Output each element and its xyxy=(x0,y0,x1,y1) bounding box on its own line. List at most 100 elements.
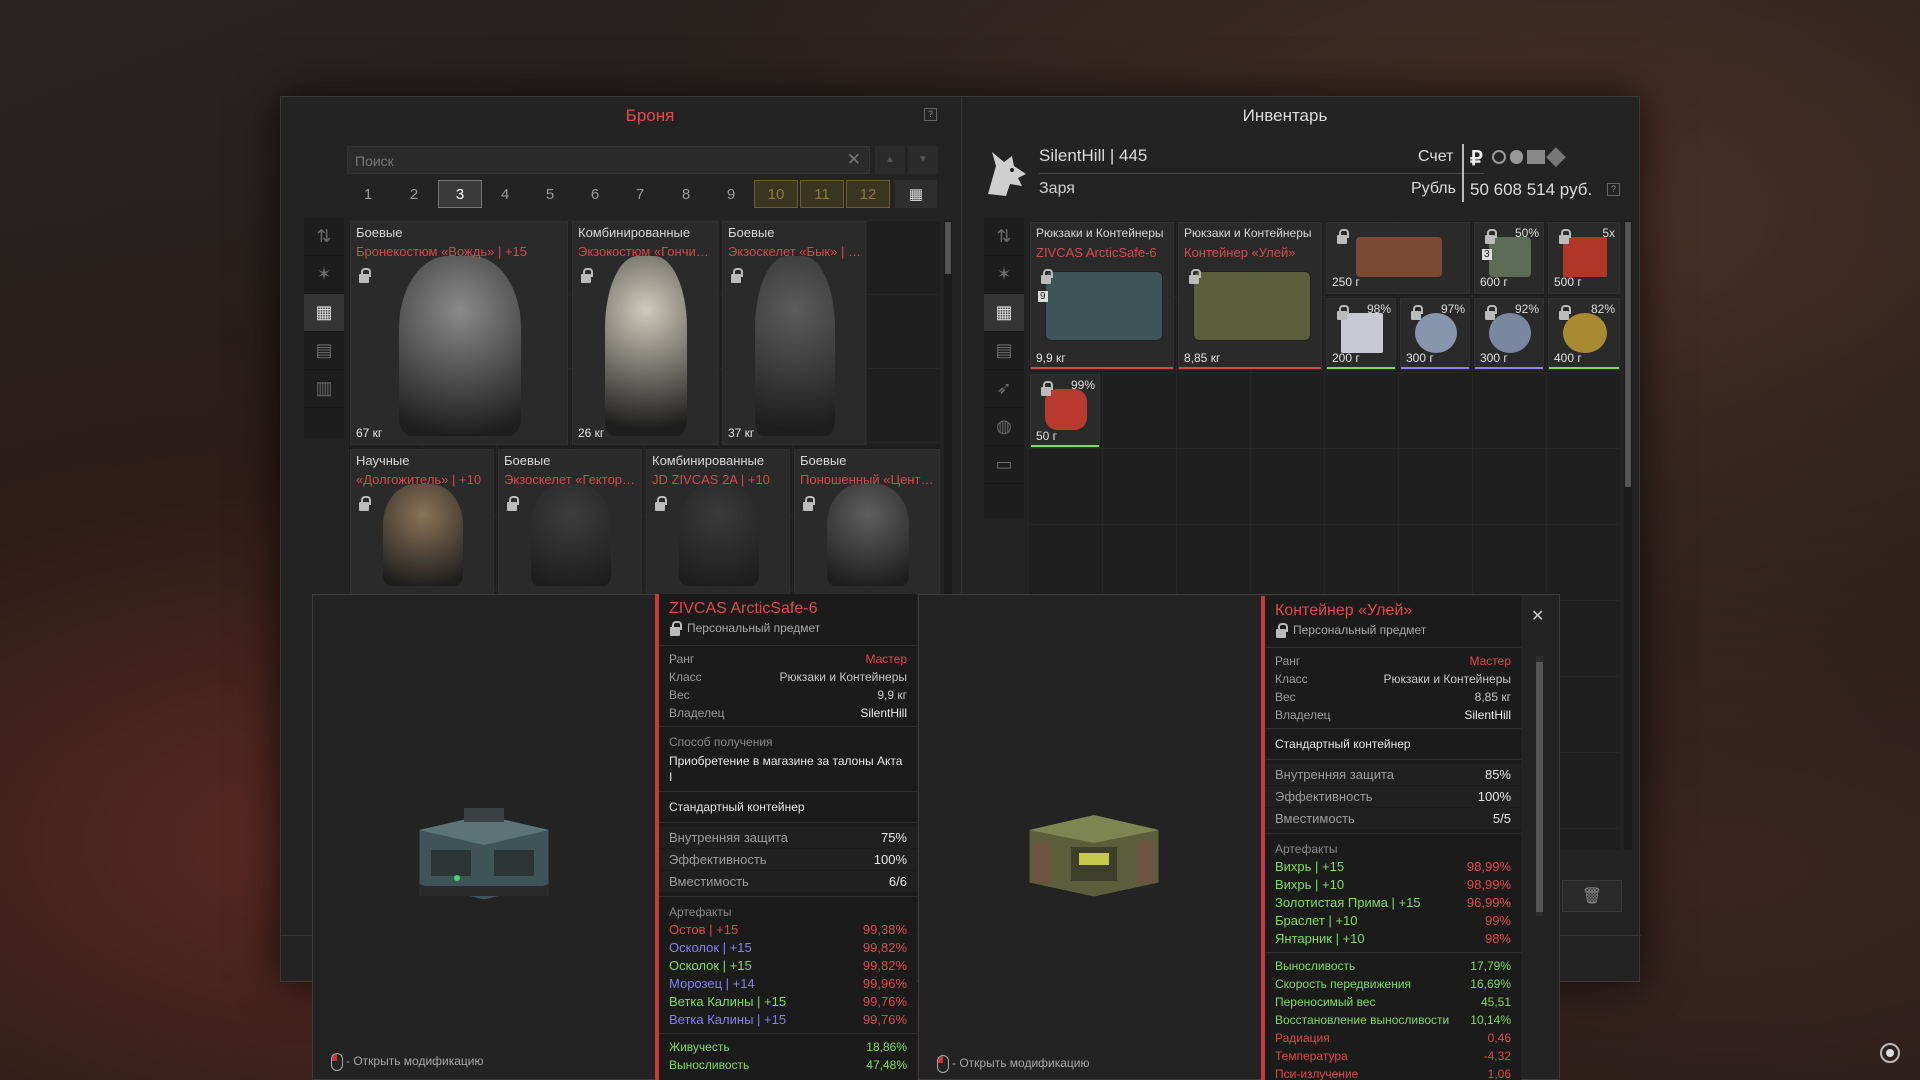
item-category: Боевые xyxy=(728,225,775,240)
prop-row: Класс Рюкзаки и Контейнеры xyxy=(1265,670,1521,688)
favorite-star-icon[interactable]: ✶ xyxy=(304,256,344,294)
armor-figure xyxy=(678,484,760,586)
page-tab-4[interactable]: 4 xyxy=(483,180,527,208)
armor-figure xyxy=(398,256,522,436)
grid-view-icon[interactable]: ▦ xyxy=(304,294,344,332)
page-tab-2[interactable]: 2 xyxy=(392,180,436,208)
sort-icon[interactable]: ⇅ xyxy=(304,218,344,256)
artifact-condition: 98,99% xyxy=(1466,859,1511,874)
grid-view-icon[interactable]: ▦ xyxy=(984,294,1024,332)
rarity-bar xyxy=(1031,445,1099,447)
page-tab-3[interactable]: 3 xyxy=(438,180,482,208)
armor-item-slot[interactable]: Боевые Поношенный «Центури... xyxy=(794,449,940,595)
page-tab-10[interactable]: 10 xyxy=(754,180,798,208)
trash-icon[interactable]: 🗑 xyxy=(1562,880,1622,912)
page-tab-1[interactable]: 1 xyxy=(346,180,390,208)
container-slot[interactable]: Рюкзаки и Контейнеры Контейнер «Улей» 8,85… xyxy=(1178,222,1322,370)
stat-value: 100% xyxy=(873,852,907,867)
open-mod-label[interactable]: - Открыть модификацию xyxy=(331,1053,484,1071)
armor-category-icon[interactable]: ▤ xyxy=(984,332,1024,370)
armor-item-slot[interactable]: Боевые Экзоскелет «Гектор» | ... xyxy=(498,449,642,595)
page-tab-7[interactable]: 7 xyxy=(618,180,662,208)
close-icon[interactable]: ✕ xyxy=(1531,606,1544,626)
item-weight: 37 кг xyxy=(728,426,755,440)
item-category: Комбинированные xyxy=(578,225,691,240)
inventory-item-slot[interactable]: 97% 300 г xyxy=(1400,298,1470,370)
page-tab-9[interactable]: 9 xyxy=(709,180,753,208)
artifact-name: Браслет | +10 xyxy=(1275,913,1358,928)
stat-key: Внутренняя защита xyxy=(1275,767,1394,782)
prop-value: SilentHill xyxy=(1464,708,1511,722)
lock-icon xyxy=(359,496,371,511)
scroll-down-button[interactable]: ▼ xyxy=(908,146,938,174)
ruble-icon[interactable]: ₽ xyxy=(1470,146,1483,171)
page-tab-6[interactable]: 6 xyxy=(573,180,617,208)
settings-icon[interactable] xyxy=(1880,1043,1900,1063)
scroll-up-button[interactable]: ▲ xyxy=(875,146,905,174)
tooltip-scrollbar[interactable] xyxy=(1536,656,1543,916)
effect-value: 47,48% xyxy=(866,1058,907,1072)
container-category-icon[interactable]: ▭ xyxy=(984,446,1024,484)
weapon-category-icon[interactable]: ➶ xyxy=(984,370,1024,408)
item-weight: 300 г xyxy=(1480,351,1508,365)
inventory-item-slot[interactable]: 250 г xyxy=(1326,222,1470,294)
favorite-star-icon[interactable]: ✶ xyxy=(984,256,1024,294)
gear-currency-icon[interactable] xyxy=(1492,150,1506,164)
armor-item-slot[interactable]: Научные «Долгожитель» | +10 xyxy=(350,449,494,595)
coin-currency-icon[interactable] xyxy=(1509,150,1524,164)
inventory-item-slot[interactable]: 92% 300 г xyxy=(1474,298,1544,370)
artifact-condition: 98% xyxy=(1484,931,1511,946)
lock-icon xyxy=(1559,305,1571,320)
inventory-item-slot[interactable]: 98% 200 г xyxy=(1326,298,1396,370)
mouse-icon xyxy=(937,1055,949,1073)
page-tab-5[interactable]: 5 xyxy=(528,180,572,208)
armor-item-slot[interactable]: Боевые Бронекостюм «Вождь» | +15 67 кг xyxy=(350,221,568,445)
artifact-name: Вихрь | +15 xyxy=(1275,859,1345,874)
prop-row: Ранг Мастер xyxy=(659,650,917,668)
inventory-item-slot[interactable]: 5x 500 г xyxy=(1548,222,1620,294)
rarity-bar xyxy=(1031,367,1173,369)
vest-category-icon[interactable]: ▥ xyxy=(304,370,344,408)
effect-row: Переносимый вес 45,51 xyxy=(1265,993,1521,1011)
container-count-badge: 9 xyxy=(1038,291,1048,302)
rarity-bar xyxy=(1475,367,1543,369)
page-tab-12[interactable]: 12 xyxy=(846,180,890,208)
header-line xyxy=(1039,173,1484,174)
item-category: Боевые xyxy=(800,453,847,468)
lock-icon xyxy=(359,268,371,283)
item-weight: 67 кг xyxy=(356,426,383,440)
ticket-currency-icon[interactable] xyxy=(1527,150,1545,164)
effect-value: 0,46 xyxy=(1487,1031,1511,1045)
item-weight: 250 г xyxy=(1332,275,1360,289)
sort-icon[interactable]: ⇅ xyxy=(984,218,1024,256)
armor-help-button[interactable]: ? xyxy=(924,108,937,121)
item-image xyxy=(1415,313,1457,353)
item-category: Рюкзаки и Контейнеры xyxy=(1184,226,1312,240)
item-condition: 92% xyxy=(1514,302,1539,316)
armor-item-slot[interactable]: Боевые Экзоскелет «Бык» | +1... 37 кг xyxy=(722,221,866,445)
personal-item-label: Персональный предмет xyxy=(1265,620,1521,643)
container-slot[interactable]: Рюкзаки и Контейнеры ZIVCAS ArcticSafe-6 9… xyxy=(1030,222,1174,370)
artifacts-label: Артефакты xyxy=(669,905,732,919)
inventory-item-slot[interactable]: 50% 3 600 г xyxy=(1474,222,1544,294)
clear-search-icon[interactable]: ✕ xyxy=(847,150,861,170)
tooltip-stats: Внутренняя защита 75% Эффективность 100% Вме… xyxy=(659,827,917,892)
open-mod-label[interactable]: - Открыть модификацию xyxy=(937,1055,1090,1073)
armor-scrollbar[interactable] xyxy=(944,220,952,594)
effect-name: Пси-излучение xyxy=(1275,1067,1359,1080)
armor-item-slot[interactable]: Комбинированные JD ZIVCAS 2A | +10 xyxy=(646,449,790,595)
prop-key: Класс xyxy=(669,670,702,684)
inventory-item-slot[interactable]: 82% 400 г xyxy=(1548,298,1620,370)
inventory-item-slot[interactable]: 99% 50 г xyxy=(1030,374,1100,448)
stat-key: Внутренняя защита xyxy=(669,830,788,845)
inventory-scrollbar[interactable] xyxy=(1624,220,1632,850)
armor-item-slot[interactable]: Комбинированные Экзокостюм «Гончий» | ...… xyxy=(572,221,718,445)
money-help-button[interactable]: ? xyxy=(1607,183,1620,196)
artifact-row: Осколок | +15 99,82% xyxy=(659,957,917,975)
page-tab-11[interactable]: 11 xyxy=(800,180,844,208)
armor-category-icon[interactable]: ▤ xyxy=(304,332,344,370)
gift-icon[interactable]: ▦ xyxy=(895,180,937,208)
page-tab-8[interactable]: 8 xyxy=(664,180,708,208)
armor-search-input[interactable]: Поиск ✕ xyxy=(347,146,870,174)
artifact-category-icon[interactable]: ◍ xyxy=(984,408,1024,446)
